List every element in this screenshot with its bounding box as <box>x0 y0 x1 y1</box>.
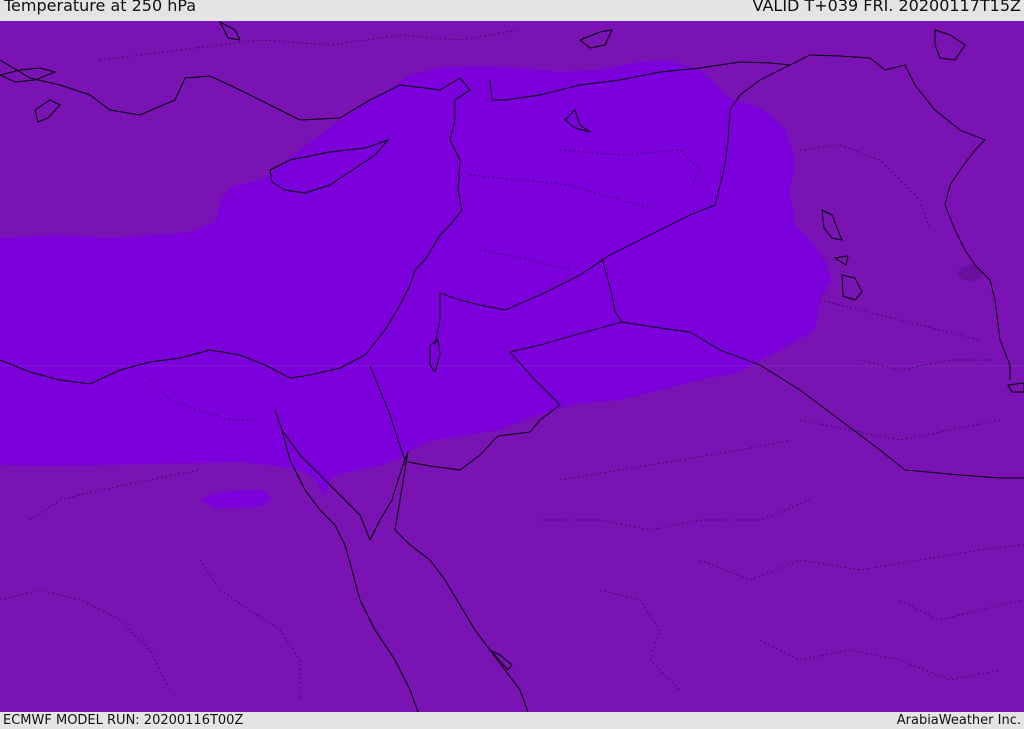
map-title: Temperature at 250 hPa <box>4 0 197 15</box>
temperature-map <box>0 21 1024 712</box>
footer-bar: ECMWF MODEL RUN: 20200116T00Z ArabiaWeat… <box>0 712 1024 729</box>
weather-map-page: Temperature at 250 hPa VALID T+039 FRI. … <box>0 0 1024 729</box>
header-bar: Temperature at 250 hPa VALID T+039 FRI. … <box>0 0 1024 21</box>
temperature-cold-spot <box>958 265 982 281</box>
model-run-label: ECMWF MODEL RUN: 20200116T00Z <box>3 713 244 728</box>
valid-time-label: VALID T+039 FRI. 20200117T15Z <box>752 0 1021 15</box>
credit-label: ArabiaWeather Inc. <box>896 713 1021 728</box>
map-canvas <box>0 21 1024 712</box>
